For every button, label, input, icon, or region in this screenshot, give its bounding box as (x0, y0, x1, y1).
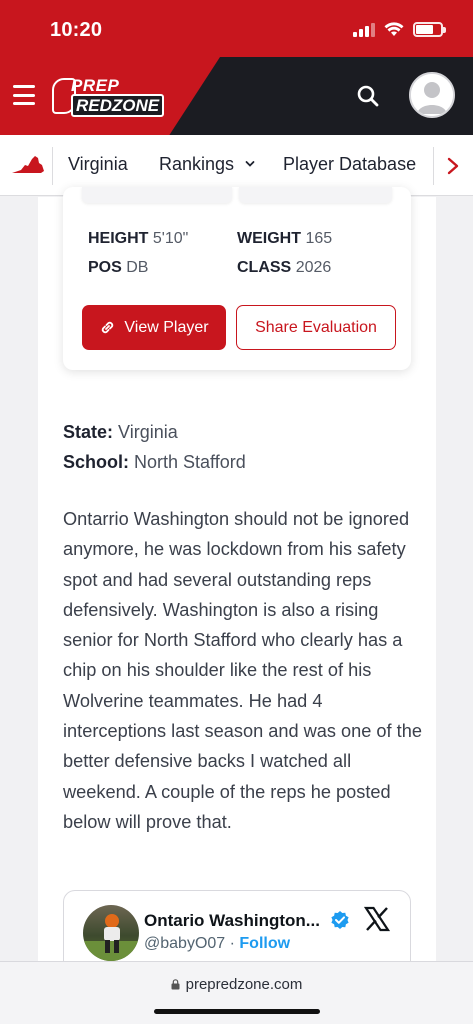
virginia-state-icon (12, 156, 44, 173)
rank-box (239, 187, 392, 203)
nav-item-virginia[interactable]: Virginia (68, 154, 128, 175)
player-position: POS DB (88, 259, 148, 277)
player-weight: WEIGHT 165 (237, 230, 332, 248)
tweet-handle: @babyO07 (144, 935, 226, 952)
status-icons (353, 22, 446, 37)
view-player-label: View Player (124, 318, 209, 336)
battery-icon (413, 22, 446, 37)
tweet-follow-link[interactable]: Follow (239, 935, 290, 952)
nav-item-player-database[interactable]: Player Database (283, 154, 416, 175)
weight-label: WEIGHT (237, 230, 301, 247)
url-text: prepredzone.com (185, 976, 303, 993)
home-indicator[interactable] (154, 1009, 320, 1014)
pos-value: DB (126, 259, 149, 276)
site-header: PREP REDZONE (0, 57, 473, 135)
logo-text-top: PREP (71, 76, 120, 95)
school-label: School: (63, 452, 129, 472)
menu-icon[interactable] (13, 85, 35, 105)
weight-value: 165 (305, 230, 333, 247)
user-silhouette-icon (411, 74, 453, 116)
tweet-display-name[interactable]: Ontario Washington... (144, 911, 320, 931)
page-margin (0, 197, 38, 967)
nav-divider (433, 147, 434, 185)
rank-box (82, 187, 232, 203)
tweet-handle-line: @babyO07 · Follow (144, 935, 290, 953)
status-bar: 10:20 (0, 0, 473, 57)
state-label: State: (63, 422, 114, 442)
site-logo[interactable]: PREP REDZONE (52, 76, 170, 117)
player-height: HEIGHT 5'10" (88, 230, 188, 248)
nav-item-rankings[interactable]: Rankings (159, 154, 255, 175)
height-label: HEIGHT (88, 230, 149, 247)
class-value: 2026 (295, 259, 332, 276)
school-line: School: North Stafford (63, 452, 246, 473)
tweet-separator: · (225, 935, 240, 952)
cellular-signal-icon (353, 22, 375, 37)
pos-label: POS (88, 259, 122, 276)
nav-item-rankings-label: Rankings (159, 154, 235, 174)
user-avatar[interactable] (409, 72, 455, 118)
class-label: CLASS (237, 259, 292, 276)
state-value: Virginia (118, 422, 178, 442)
link-icon (102, 321, 114, 334)
browser-url-bar[interactable]: prepredzone.com (0, 961, 473, 1024)
nav-divider (52, 147, 53, 185)
height-value: 5'10" (152, 230, 189, 247)
url-display[interactable]: prepredzone.com (0, 976, 473, 993)
search-icon[interactable] (355, 83, 381, 109)
x-logo-icon[interactable] (364, 906, 390, 932)
article-body: Ontarrio Washington should not be ignore… (63, 509, 422, 832)
school-value: North Stafford (134, 452, 246, 472)
share-evaluation-button[interactable]: Share Evaluation (236, 305, 396, 350)
status-time: 10:20 (50, 19, 103, 41)
chevron-down-icon (245, 161, 255, 167)
chevron-right-icon[interactable] (446, 157, 460, 175)
state-line: State: Virginia (63, 422, 178, 443)
verified-badge-icon (331, 911, 349, 929)
logo-text-bottom: REDZONE (71, 94, 165, 117)
view-player-button[interactable]: View Player (82, 305, 226, 350)
tweet-avatar[interactable] (83, 905, 139, 961)
player-class: CLASS 2026 (237, 259, 331, 277)
wifi-icon (384, 22, 404, 36)
article-content: HEIGHT 5'10" WEIGHT 165 POS DB CLASS 202… (38, 187, 436, 980)
player-photo-icon (83, 914, 139, 961)
player-card: HEIGHT 5'10" WEIGHT 165 POS DB CLASS 202… (63, 187, 411, 370)
lock-icon (171, 979, 180, 990)
